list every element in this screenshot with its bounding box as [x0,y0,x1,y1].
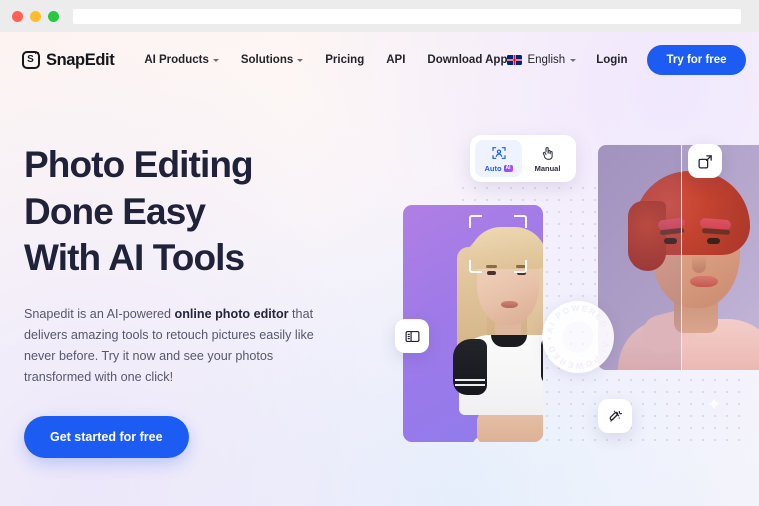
headline-line-2: Done Easy [24,190,206,232]
ai-badge: AI [503,165,513,172]
expand-icon [697,154,712,169]
chevron-down-icon [212,59,219,62]
chevron-down-icon [297,59,304,62]
face-detect-icon [491,147,506,159]
before-overlay [598,145,759,370]
webpage: S SnapEdit AI Products Solutions Pricing [0,32,759,506]
tap-hand-icon [542,147,553,160]
chevron-down-icon [570,59,577,62]
nav-label: API [386,54,406,66]
ai-powered-badge: AI POWERED • AI POWERED • AI POWERED • A… [537,293,614,373]
close-window-button[interactable] [12,10,23,22]
layers-panel-icon [405,330,419,342]
hero-description: Snapedit is an AI-powered online photo e… [24,304,324,389]
language-selector[interactable]: English [507,54,577,66]
header-actions: English Login Try for free [507,45,746,75]
description-highlight: online photo editor [174,306,289,321]
nav-item-solutions[interactable]: Solutions [240,54,304,66]
before-after-card[interactable] [598,145,759,370]
magic-wand-icon [609,410,622,422]
magic-wand-button[interactable] [598,399,632,433]
mode-option-auto[interactable]: Auto AI [475,140,522,177]
mode-text: Auto [484,164,502,173]
language-label: English [527,54,566,66]
minimize-window-button[interactable] [30,10,41,22]
mode-label-manual: Manual [535,164,561,173]
traffic-lights [12,10,59,22]
nav-item-download-app[interactable]: Download App [427,54,507,66]
before-after-slider-handle[interactable] [681,145,683,370]
nav-label: Solutions [240,54,294,66]
main-nav: AI Products Solutions Pricing API Downlo… [144,54,507,66]
try-for-free-button[interactable]: Try for free [647,45,746,75]
hero-illustration: Auto AI Manual ✦ [385,127,759,457]
logo-text: SnapEdit [46,50,115,69]
layers-panel-button[interactable] [395,319,429,353]
nav-item-ai-products[interactable]: AI Products [144,54,219,66]
mode-option-manual[interactable]: Manual [524,140,571,177]
app-root: S SnapEdit AI Products Solutions Pricing [0,0,759,506]
nav-label: AI Products [144,54,209,66]
nav-label: Pricing [325,54,365,66]
url-bar[interactable] [73,8,741,24]
nav-label: Download App [427,54,508,66]
mode-text: Manual [534,164,561,173]
expand-button[interactable] [688,144,722,178]
description-before: Snapedit is an AI-powered [24,306,175,321]
mode-label-auto: Auto AI [484,164,513,173]
nav-item-api[interactable]: API [386,54,405,66]
get-started-button[interactable]: Get started for free [24,416,189,459]
logo[interactable]: S SnapEdit [22,50,115,70]
page-title: Photo Editing Done Easy With AI Tools [24,142,354,282]
hero-content: Photo Editing Done Easy With AI Tools Sn… [24,142,354,459]
browser-chrome [0,0,759,32]
login-link[interactable]: Login [596,54,627,66]
site-header: S SnapEdit AI Products Solutions Pricing [0,32,759,88]
sparkle-decoration: ✦ [707,395,722,414]
uk-flag-icon [507,55,523,65]
mode-toggle: Auto AI Manual [470,135,576,182]
headline-line-3: With AI Tools [24,237,245,279]
ai-badge-ring [542,301,614,373]
headline-line-1: Photo Editing [24,144,254,185]
nav-item-pricing[interactable]: Pricing [325,54,364,66]
face-detect-brackets-icon [469,215,527,273]
maximize-window-button[interactable] [48,10,59,22]
snapedit-logo-icon: S [22,51,40,69]
